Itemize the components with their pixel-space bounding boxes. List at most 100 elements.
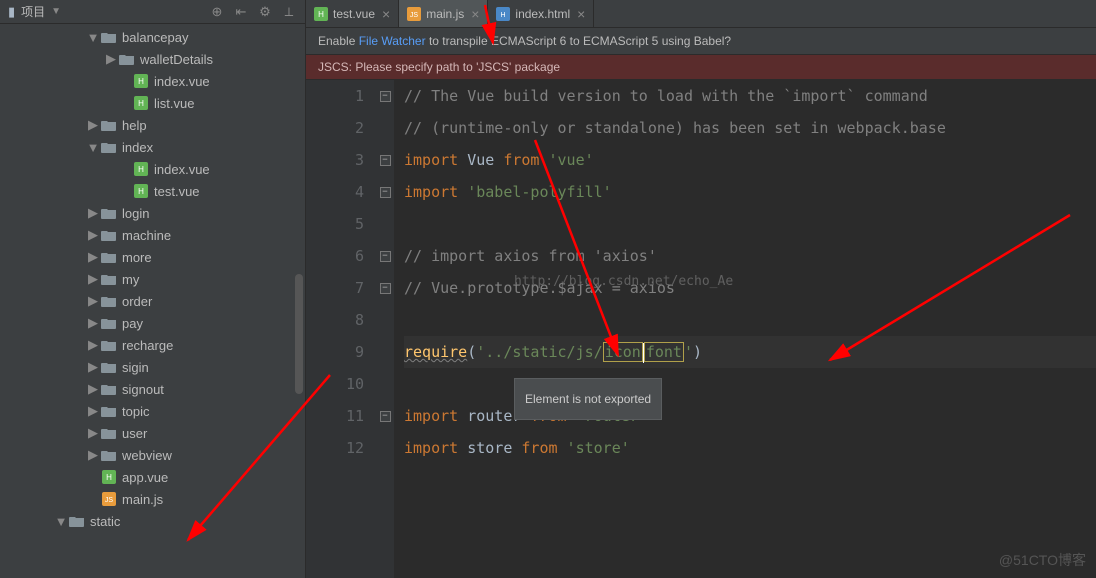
svg-text:H: H xyxy=(106,473,112,482)
tree-item-more[interactable]: ▶more xyxy=(0,246,305,268)
tree-item-sigin[interactable]: ▶sigin xyxy=(0,356,305,378)
chevron-right-icon[interactable]: ▶ xyxy=(88,252,98,262)
fold-icon[interactable]: − xyxy=(380,411,391,422)
chevron-right-icon[interactable]: ▶ xyxy=(106,54,116,64)
hide-icon[interactable]: ⟂ xyxy=(281,4,297,20)
folder-icon xyxy=(101,294,117,308)
chevron-right-icon[interactable]: ▶ xyxy=(88,406,98,416)
gear-icon[interactable]: ⚙ xyxy=(257,4,273,20)
project-tree[interactable]: ▼balancepay▶walletDetailsHindex.vueHlist… xyxy=(0,24,305,578)
svg-text:H: H xyxy=(138,77,144,86)
folder-icon xyxy=(119,52,135,66)
collapse-icon[interactable]: ⇤ xyxy=(233,4,249,20)
tree-item-index-vue[interactable]: Hindex.vue xyxy=(0,158,305,180)
chevron-down-icon[interactable]: ▼ xyxy=(88,142,98,152)
tree-item-order[interactable]: ▶order xyxy=(0,290,305,312)
folder-icon xyxy=(101,426,117,440)
tab-index-html[interactable]: Hindex.html × xyxy=(488,0,594,27)
chevron-right-icon[interactable]: ▶ xyxy=(88,340,98,350)
chevron-right-icon[interactable]: ▶ xyxy=(88,384,98,394)
tree-item-balancepay[interactable]: ▼balancepay xyxy=(0,26,305,48)
fold-icon[interactable]: − xyxy=(380,283,391,294)
tree-label: list.vue xyxy=(154,96,194,111)
str: ' xyxy=(684,343,693,361)
tree-item-user[interactable]: ▶user xyxy=(0,422,305,444)
fold-icon[interactable]: − xyxy=(380,187,391,198)
tree-item-login[interactable]: ▶login xyxy=(0,202,305,224)
target-icon[interactable]: ⊕ xyxy=(209,4,225,20)
tree-item-static[interactable]: ▼static xyxy=(0,510,305,532)
filewatcher-link[interactable]: File Watcher xyxy=(359,34,426,48)
project-icon: ▮ xyxy=(8,4,15,20)
fold-icon[interactable]: − xyxy=(380,251,391,262)
tree-item-my[interactable]: ▶my xyxy=(0,268,305,290)
tree-item-walletDetails[interactable]: ▶walletDetails xyxy=(0,48,305,70)
tree-item-app-vue[interactable]: Happ.vue xyxy=(0,466,305,488)
chevron-right-icon[interactable]: ▶ xyxy=(88,274,98,284)
tree-item-machine[interactable]: ▶machine xyxy=(0,224,305,246)
fold-icon[interactable]: − xyxy=(380,91,391,102)
folder-icon xyxy=(101,250,117,264)
close-icon[interactable]: × xyxy=(471,6,479,22)
tree-label: test.vue xyxy=(154,184,200,199)
vue-icon: H xyxy=(101,470,117,484)
tree-label: webview xyxy=(122,448,172,463)
folder-icon xyxy=(101,118,117,132)
folder-icon xyxy=(101,382,117,396)
tree-label: index xyxy=(122,140,153,155)
code-content[interactable]: // The Vue build version to load with th… xyxy=(394,80,1096,578)
js-icon: JS xyxy=(407,7,421,21)
tab-label: test.vue xyxy=(333,7,375,21)
tab-label: index.html xyxy=(515,7,570,21)
tree-item-webview[interactable]: ▶ webview xyxy=(0,444,305,466)
id: Vue xyxy=(458,151,503,169)
chevron-right-icon[interactable]: ▶ xyxy=(88,208,98,218)
tree-item-list-vue[interactable]: Hlist.vue xyxy=(0,92,305,114)
scrollbar-thumb[interactable] xyxy=(295,274,303,394)
chevron-right-icon[interactable]: ▶ xyxy=(88,318,98,328)
kw: from xyxy=(503,151,539,169)
fn: require xyxy=(404,343,467,361)
tree-item-recharge[interactable]: ▶ recharge xyxy=(0,334,305,356)
tree-item-test-vue[interactable]: Htest.vue xyxy=(0,180,305,202)
tab-test-vue[interactable]: Htest.vue × xyxy=(306,0,399,27)
kw: import xyxy=(404,439,458,457)
tree-label: index.vue xyxy=(154,74,210,89)
tab-main-js[interactable]: JSmain.js× xyxy=(399,0,488,27)
close-icon[interactable]: × xyxy=(577,6,585,22)
js-icon: JS xyxy=(101,492,117,506)
svg-text:JS: JS xyxy=(410,12,419,19)
editor-area: Htest.vue×JSmain.js×Hindex.html× Enable … xyxy=(306,0,1096,578)
chevron-right-icon[interactable]: ▶ xyxy=(88,362,98,372)
chevron-down-icon[interactable]: ▼ xyxy=(56,516,66,526)
tree-item-help[interactable]: ▶help xyxy=(0,114,305,136)
tree-item-index[interactable]: ▼ index xyxy=(0,136,305,158)
close-icon[interactable]: × xyxy=(382,6,390,22)
svg-text:H: H xyxy=(501,12,506,19)
tree-item-signout[interactable]: ▶signout xyxy=(0,378,305,400)
chevron-right-icon[interactable]: ▶ xyxy=(88,296,98,306)
chevron-right-icon[interactable]: ▶ xyxy=(88,120,98,130)
tree-item-index-vue[interactable]: Hindex.vue xyxy=(0,70,305,92)
folder-icon xyxy=(69,514,85,528)
tree-label: topic xyxy=(122,404,149,419)
kw: import xyxy=(404,151,458,169)
tree-label: recharge xyxy=(122,338,173,353)
tree-item-pay[interactable]: ▶pay xyxy=(0,312,305,334)
chevron-right-icon[interactable]: ▶ xyxy=(88,428,98,438)
chevron-down-icon[interactable]: ▼ xyxy=(88,32,98,42)
chevron-right-icon[interactable]: ▶ xyxy=(88,450,98,460)
highlight: icon xyxy=(603,342,643,362)
vue-icon: H xyxy=(133,162,149,176)
str: 'store' xyxy=(558,439,630,457)
vue-icon: H xyxy=(314,7,328,21)
code-editor[interactable]: 123 456 789 101112 − − − − − − // The xyxy=(306,80,1096,578)
dropdown-icon[interactable]: ▼ xyxy=(51,6,61,17)
banner-text2: to transpile ECMAScript 6 to ECMAScript … xyxy=(426,34,731,48)
tree-item-topic[interactable]: ▶ topic xyxy=(0,400,305,422)
tree-item-main-js[interactable]: JSmain.js xyxy=(0,488,305,510)
chevron-right-icon[interactable]: ▶ xyxy=(88,230,98,240)
fold-icon[interactable]: − xyxy=(380,155,391,166)
vue-icon: H xyxy=(133,96,149,110)
folder-icon xyxy=(101,360,117,374)
